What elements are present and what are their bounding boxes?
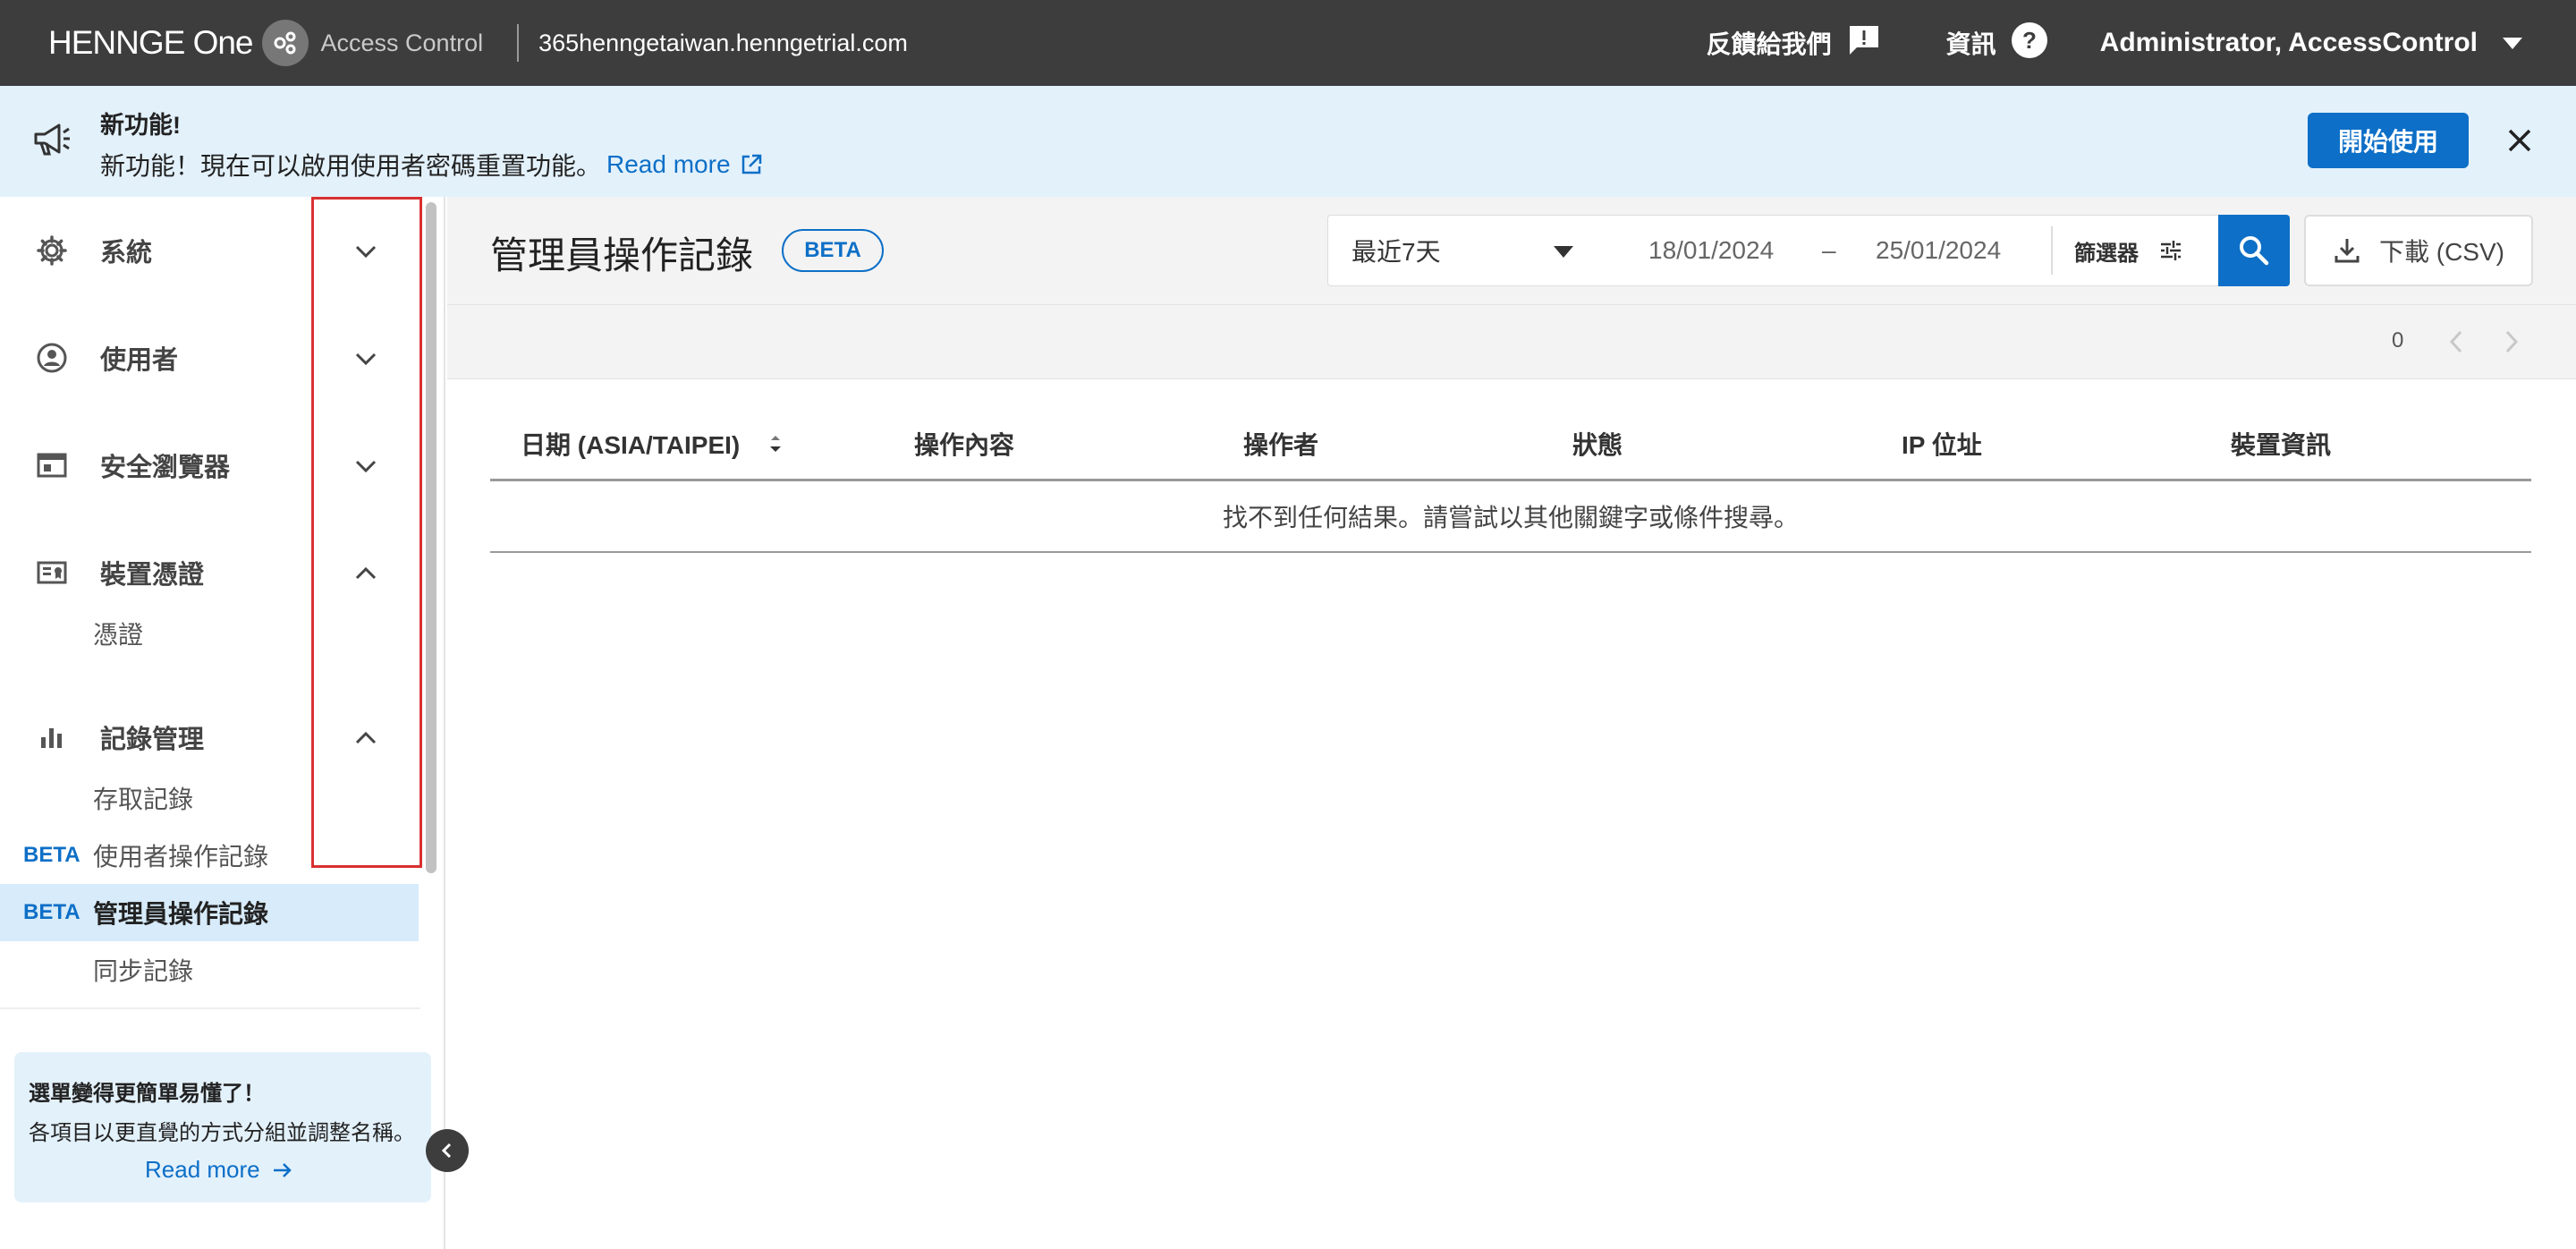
sidebar-divider [0, 1007, 420, 1009]
date-range-value: 最近7天 [1352, 238, 1441, 266]
date-separator: – [1822, 236, 1836, 264]
main-content: 管理員操作記錄 BETA 最近7天 18/01/2024 – 25/01/202… [447, 197, 2576, 1249]
empty-state-message: 找不到任何結果。請嘗試以其他關鍵字或條件搜尋。 [1222, 504, 1799, 531]
column-header-action: 操作內容 [914, 431, 1015, 459]
filter-label: 篩選器 [2074, 241, 2139, 266]
info-link[interactable]: 資訊 ? [1946, 21, 2048, 65]
pagination-bar: 0 [447, 304, 2576, 379]
chevron-left-icon[interactable] [2442, 327, 2472, 361]
arrow-right-icon [273, 1162, 292, 1177]
megaphone-icon [32, 122, 72, 162]
admin-activity-table: 日期 (ASIA/TAIPEI) 操作內容 操作者 狀態 IP 位址 裝置資訊 … [490, 404, 2531, 553]
announcement-banner: 新功能! 新功能！現在可以啟用使用者密碼重置功能。 Read more 開始使用 [0, 86, 2576, 197]
date-range-select[interactable]: 最近7天 [1352, 216, 1441, 285]
feedback-link[interactable]: 反饋給我們 [1707, 22, 1882, 64]
top-bar: HENNGE One Access Control 365henngetaiwa… [0, 0, 2576, 86]
promo-text: 各項目以更直覺的方式分組並調整名稱。 [29, 1121, 415, 1145]
beta-badge: BETA [23, 900, 80, 924]
sidebar-item-label: 使用者操作記錄 [93, 843, 269, 871]
caret-down-icon [2503, 37, 2522, 49]
close-icon[interactable] [2504, 125, 2535, 160]
tenant-domain: 365henngetaiwan.henngetrial.com [538, 29, 908, 56]
get-started-button[interactable]: 開始使用 [2308, 113, 2469, 168]
sliders-icon [2161, 241, 2181, 260]
sidebar-item-label: 存取記錄 [93, 786, 194, 813]
sidebar-group-label: 安全瀏覽器 [100, 454, 231, 482]
svg-text:?: ? [2022, 27, 2037, 54]
highlight-box [311, 197, 422, 868]
date-to-field[interactable]: 25/01/2024 [1876, 216, 2001, 285]
promo-read-more-link[interactable]: Read more [145, 1156, 294, 1184]
promo-read-more-label: Read more [145, 1156, 260, 1183]
help-icon: ? [2011, 21, 2048, 65]
search-icon [2240, 236, 2269, 266]
sidebar: 系統 使用者 安全瀏覽器 裝置憑證 憑證 記錄管理 存取記錄 BETA 使用者操… [0, 197, 445, 1249]
sidebar-item-label: 管理員操作記錄 [93, 900, 269, 928]
banner-text-row: 新功能！現在可以啟用使用者密碼重置功能。 Read more [100, 147, 763, 183]
banner-text: 新功能！現在可以啟用使用者密碼重置功能。 [100, 152, 602, 180]
chevron-right-icon[interactable] [2496, 327, 2526, 361]
result-count: 0 [2392, 328, 2404, 353]
sidebar-item-admin-activity-log[interactable]: BETA 管理員操作記錄 [0, 884, 419, 941]
beta-badge: BETA [782, 229, 884, 272]
banner-read-more-link[interactable]: Read more [606, 150, 763, 179]
page-header: 管理員操作記錄 BETA 最近7天 18/01/2024 – 25/01/202… [447, 197, 2576, 304]
download-csv-button[interactable]: 下載 (CSV) [2304, 215, 2533, 286]
table-header: 日期 (ASIA/TAIPEI) 操作內容 操作者 狀態 IP 位址 裝置資訊 [490, 404, 2531, 481]
beta-badge: BETA [23, 843, 80, 867]
external-link-icon [741, 154, 761, 174]
empty-state-row: 找不到任何結果。請嘗試以其他關鍵字或條件搜尋。 [490, 481, 2531, 553]
sidebar-item-sync-log[interactable]: 同步記錄 [0, 941, 419, 998]
menu-update-notice: 選單變得更簡單易懂了！ 各項目以更直覺的方式分組並調整名稱。 Read more [14, 1052, 431, 1202]
banner-title: 新功能! [100, 112, 181, 139]
sort-icon[interactable] [767, 433, 784, 461]
download-icon [2334, 239, 2360, 263]
column-header-status: 狀態 [1572, 431, 1623, 459]
caret-down-icon[interactable] [1554, 246, 1573, 258]
browser-icon [36, 449, 68, 481]
filter-button[interactable]: 篩選器 [2074, 216, 2183, 285]
feedback-label: 反饋給我們 [1706, 30, 1832, 58]
gear-icon [36, 234, 68, 267]
collapse-sidebar-button[interactable] [426, 1129, 469, 1172]
user-menu[interactable]: Administrator, AccessControl [2100, 28, 2522, 58]
column-header-ip-address: IP 位址 [1902, 431, 1982, 459]
certificate-icon [36, 557, 68, 589]
bar-chart-icon [36, 721, 68, 753]
user-name: Administrator, AccessControl [2099, 28, 2478, 57]
search-button[interactable] [2218, 215, 2290, 286]
filter-divider [2051, 226, 2053, 275]
column-header-device-info: 裝置資訊 [2231, 431, 2332, 459]
banner-read-more-label: Read more [606, 150, 731, 178]
column-header-operator: 操作者 [1243, 431, 1319, 459]
sidebar-scrollbar[interactable] [426, 202, 436, 873]
user-icon [36, 342, 68, 374]
top-divider [517, 24, 520, 62]
sidebar-item-label: 同步記錄 [93, 957, 194, 985]
brand-name: HENNGE One [48, 24, 254, 61]
product-name: Access Control [320, 29, 484, 56]
brand-logo-icon [261, 20, 309, 66]
brand[interactable]: HENNGE One Access Control [48, 20, 483, 66]
date-from-field[interactable]: 18/01/2024 [1648, 216, 1774, 285]
filter-bar: 最近7天 18/01/2024 – 25/01/2024 篩選器 [1327, 215, 2236, 286]
info-label: 資訊 [1945, 30, 1996, 58]
download-csv-label: 下載 (CSV) [2378, 238, 2504, 266]
chevron-left-icon [441, 1143, 452, 1159]
page-title: 管理員操作記錄 [490, 234, 754, 276]
sidebar-item-label: 憑證 [93, 621, 144, 649]
sidebar-group-label: 使用者 [100, 346, 179, 375]
sidebar-group-label: 裝置憑證 [100, 561, 205, 590]
column-header-date[interactable]: 日期 (ASIA/TAIPEI) [521, 426, 740, 462]
sidebar-group-label: 系統 [100, 239, 153, 268]
sidebar-group-label: 記錄管理 [100, 726, 205, 754]
feedback-icon [1846, 22, 1882, 64]
promo-title: 選單變得更簡單易懂了！ [29, 1082, 265, 1106]
